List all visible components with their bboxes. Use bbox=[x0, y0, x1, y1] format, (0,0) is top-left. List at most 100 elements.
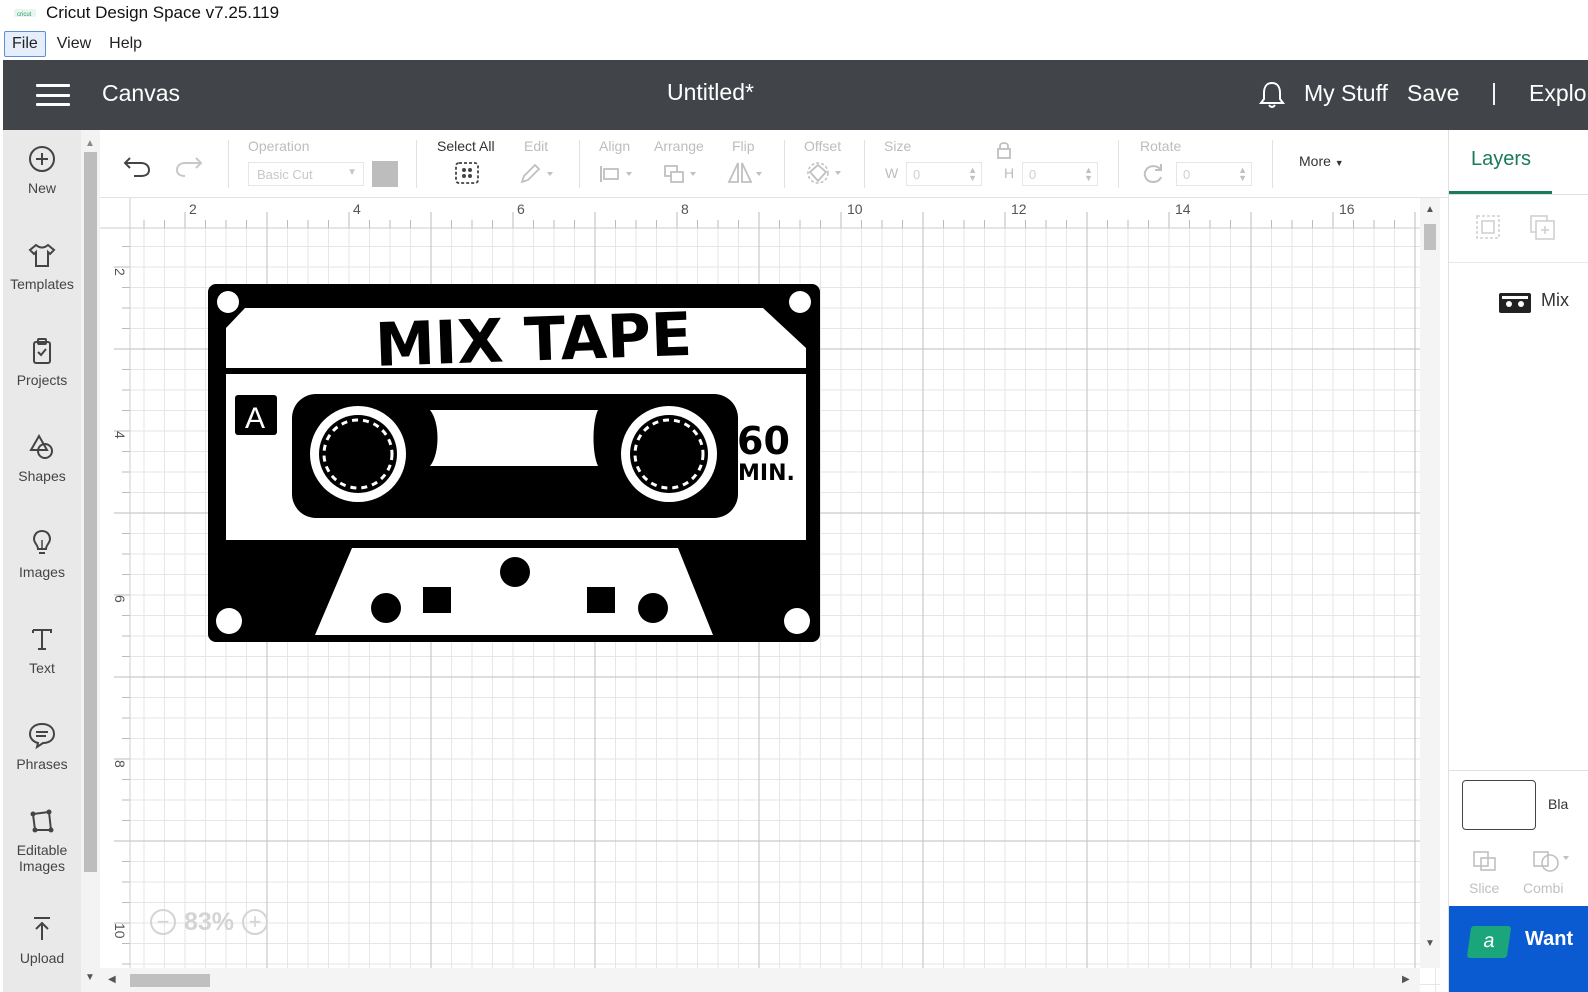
sidebar-item-new[interactable]: New bbox=[3, 144, 81, 196]
stepper-icon[interactable]: ▲ ▼ bbox=[1238, 166, 1247, 183]
lock-icon[interactable] bbox=[996, 140, 1012, 160]
sidebar-item-label: Text bbox=[29, 660, 55, 676]
width-input[interactable]: 0 ▲ ▼ bbox=[906, 162, 982, 186]
height-value: 0 bbox=[1029, 167, 1037, 182]
sidebar-item-projects[interactable]: Projects bbox=[3, 336, 81, 388]
bell-icon[interactable] bbox=[1258, 80, 1286, 110]
menu-view[interactable]: View bbox=[50, 32, 98, 56]
mix-tape-design[interactable]: A 60 MIN. MIX TAPE bbox=[208, 284, 820, 642]
arrange-icon[interactable] bbox=[662, 162, 702, 186]
zoom-out-button[interactable]: − bbox=[150, 909, 176, 935]
horizontal-scroll-thumb[interactable] bbox=[130, 974, 210, 987]
my-stuff-button[interactable]: My Stuff bbox=[1304, 80, 1388, 107]
canvas-vertical-scrollbar[interactable]: ▲ ▼ bbox=[1420, 198, 1440, 968]
blank-canvas-swatch[interactable] bbox=[1462, 780, 1536, 830]
align-icon[interactable] bbox=[597, 162, 637, 186]
undo-icon[interactable] bbox=[122, 154, 152, 178]
ruler-y-label: 2 bbox=[112, 268, 128, 276]
group-icon[interactable] bbox=[1473, 212, 1503, 242]
access-badge-icon: a bbox=[1466, 926, 1512, 958]
menu-bar: File View Help bbox=[0, 28, 1588, 60]
design-canvas[interactable]: 2 4 6 8 10 12 14 16 2 4 6 8 10 A 60 MIN.… bbox=[100, 198, 1440, 992]
cricut-logo-icon: cricut bbox=[14, 9, 36, 18]
rotate-value: 0 bbox=[1183, 167, 1191, 182]
sidebar-item-label: New bbox=[27, 180, 56, 196]
sidebar-item-label: Editable bbox=[16, 842, 68, 858]
section-title: Canvas bbox=[102, 80, 180, 106]
tshirt-icon bbox=[28, 243, 56, 267]
sidebar-item-shapes[interactable]: Shapes bbox=[3, 432, 81, 484]
edit-toolbar: Operation Basic Cut ▼ Select All Edit Al… bbox=[100, 130, 1465, 198]
ruler-x-label: 10 bbox=[847, 201, 863, 217]
lightbulb-icon bbox=[32, 529, 52, 554]
sidebar-item-phrases[interactable]: Phrases bbox=[3, 720, 81, 772]
layer-item-name[interactable]: Mix bbox=[1541, 290, 1569, 311]
sidebar-scroll-thumb[interactable] bbox=[84, 152, 97, 872]
promo-banner[interactable]: a Want bbox=[1449, 906, 1588, 992]
slice-icon[interactable] bbox=[1471, 846, 1499, 874]
app-header: Canvas Untitled* My Stuff Save | Explor bbox=[3, 60, 1588, 130]
explore-button[interactable]: Explor bbox=[1529, 80, 1588, 107]
ruler-y-label: 6 bbox=[112, 595, 128, 603]
vertical-scroll-thumb[interactable] bbox=[1424, 224, 1436, 250]
height-input[interactable]: 0 ▲ ▼ bbox=[1022, 162, 1098, 186]
save-button[interactable]: Save bbox=[1407, 80, 1459, 107]
combine-icon[interactable] bbox=[1531, 846, 1571, 874]
operation-color-swatch[interactable] bbox=[372, 161, 398, 187]
sidebar-item-label: Phrases bbox=[16, 756, 68, 772]
scroll-down-arrow-icon[interactable]: ▼ bbox=[85, 972, 95, 983]
hamburger-menu-icon[interactable] bbox=[36, 84, 70, 106]
toolbar-divider bbox=[228, 140, 229, 188]
sidebar-item-templates[interactable]: Templates bbox=[3, 240, 81, 292]
document-title[interactable]: Untitled* bbox=[667, 79, 754, 106]
scroll-right-arrow-icon[interactable]: ▶ bbox=[1402, 974, 1410, 985]
operation-label: Operation bbox=[248, 138, 310, 154]
stepper-icon[interactable]: ▲ ▼ bbox=[968, 166, 977, 183]
sidebar-item-upload[interactable]: Upload bbox=[3, 914, 81, 966]
sidebar-item-label: Projects bbox=[16, 372, 68, 388]
menu-file[interactable]: File bbox=[4, 31, 46, 57]
slice-label: Slice bbox=[1469, 880, 1500, 896]
tab-layers[interactable]: Layers bbox=[1471, 148, 1531, 171]
sidebar-item-editable-images[interactable]: Editable Images bbox=[3, 806, 81, 874]
more-dropdown[interactable]: More ▼ bbox=[1299, 153, 1344, 169]
design-title-text: MIX TAPE bbox=[374, 300, 693, 381]
ruler-x-label: 4 bbox=[353, 201, 361, 217]
menu-help[interactable]: Help bbox=[102, 32, 149, 56]
scroll-up-arrow-icon[interactable]: ▲ bbox=[1425, 204, 1435, 215]
chevron-down-icon: ▼ bbox=[347, 167, 357, 178]
canvas-horizontal-scrollbar[interactable]: ◀ ▶ bbox=[100, 968, 1420, 992]
scroll-down-arrow-icon[interactable]: ▼ bbox=[1425, 938, 1435, 949]
rotate-icon[interactable] bbox=[1140, 162, 1166, 186]
select-all-icon[interactable] bbox=[453, 160, 481, 186]
ruler-x-label: 12 bbox=[1011, 201, 1027, 217]
header-separator: | bbox=[1491, 79, 1497, 105]
ruler-x-label: 16 bbox=[1339, 201, 1355, 217]
duration-unit: MIN. bbox=[738, 461, 795, 486]
sidebar-item-label: Images bbox=[19, 564, 65, 580]
rotate-input[interactable]: 0 ▲ ▼ bbox=[1176, 162, 1252, 186]
height-label: H bbox=[1004, 165, 1015, 181]
width-label: W bbox=[885, 165, 899, 181]
zoom-in-button[interactable]: + bbox=[242, 909, 269, 935]
stepper-icon[interactable]: ▲ ▼ bbox=[1084, 166, 1093, 183]
text-t-icon bbox=[32, 629, 52, 650]
flip-label: Flip bbox=[732, 138, 755, 154]
speech-bubble-icon bbox=[28, 722, 56, 750]
flip-icon[interactable] bbox=[726, 160, 766, 186]
redo-icon[interactable] bbox=[174, 154, 204, 178]
ruler-x-label: 2 bbox=[189, 201, 197, 217]
duplicate-icon[interactable] bbox=[1527, 212, 1557, 242]
sidebar-item-images[interactable]: Images bbox=[3, 528, 81, 580]
layer-thumbnail-icon bbox=[1499, 293, 1531, 313]
offset-icon[interactable] bbox=[804, 160, 846, 186]
left-sidebar: New Templates Projects Shapes Images Tex… bbox=[3, 130, 81, 992]
canvas-grid: 2 4 6 8 10 12 14 16 2 4 6 8 10 A 60 MIN.… bbox=[100, 198, 1440, 992]
sidebar-item-text[interactable]: Text bbox=[3, 624, 81, 676]
operation-select[interactable]: Basic Cut ▼ bbox=[248, 162, 364, 186]
size-label: Size bbox=[884, 138, 912, 154]
edit-pen-icon[interactable] bbox=[518, 162, 556, 186]
sidebar-scrollbar[interactable]: ▲ ▼ bbox=[81, 130, 100, 992]
scroll-left-arrow-icon[interactable]: ◀ bbox=[108, 974, 116, 985]
scroll-up-arrow-icon[interactable]: ▲ bbox=[85, 138, 95, 149]
